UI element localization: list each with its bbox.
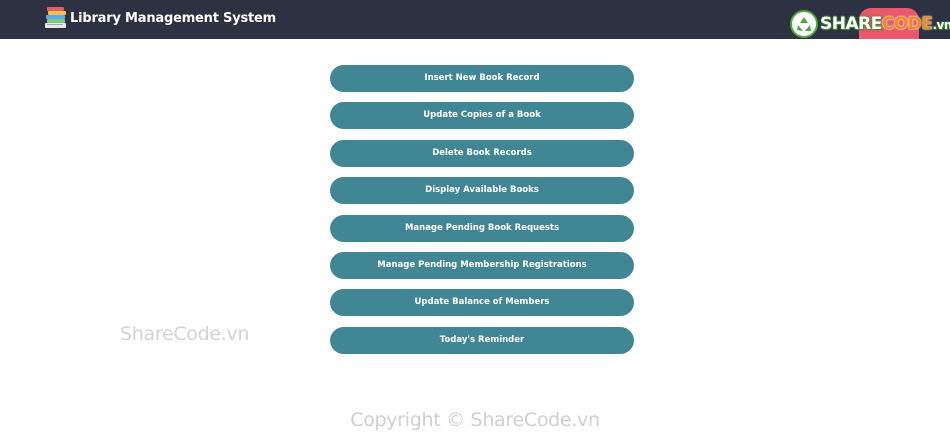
brand[interactable]: Library Management System [45,6,276,31]
update-balance-button[interactable]: Update Balance of Members [330,289,634,317]
app-title: Library Management System [70,11,277,26]
watermark-logo: SHARECODE.vn [790,10,950,38]
pending-book-requests-button[interactable]: Manage Pending Book Requests [330,214,634,242]
footer-watermark: Copyright © ShareCode.vn [350,409,600,431]
admin-menu: Insert New Book Record Update Copies of … [330,65,634,364]
recycle-logo-icon [790,10,818,38]
delete-book-button[interactable]: Delete Book Records [330,139,634,167]
books-stack-icon [45,6,68,31]
update-copies-button[interactable]: Update Copies of a Book [330,102,634,130]
insert-book-button[interactable]: Insert New Book Record [330,65,634,92]
display-books-button[interactable]: Display Available Books [330,177,634,205]
watermark-logo-suffix: CODE [881,14,933,34]
watermark-logo-tld: .vn [932,18,950,32]
side-watermark: ShareCode.vn [120,323,250,345]
pending-memberships-button[interactable]: Manage Pending Membership Registrations [330,251,634,279]
watermark-logo-prefix: SHARE [820,14,882,34]
todays-reminder-button[interactable]: Today's Reminder [330,326,634,354]
top-navbar: Library Management System SHARECODE.vn [0,0,950,39]
